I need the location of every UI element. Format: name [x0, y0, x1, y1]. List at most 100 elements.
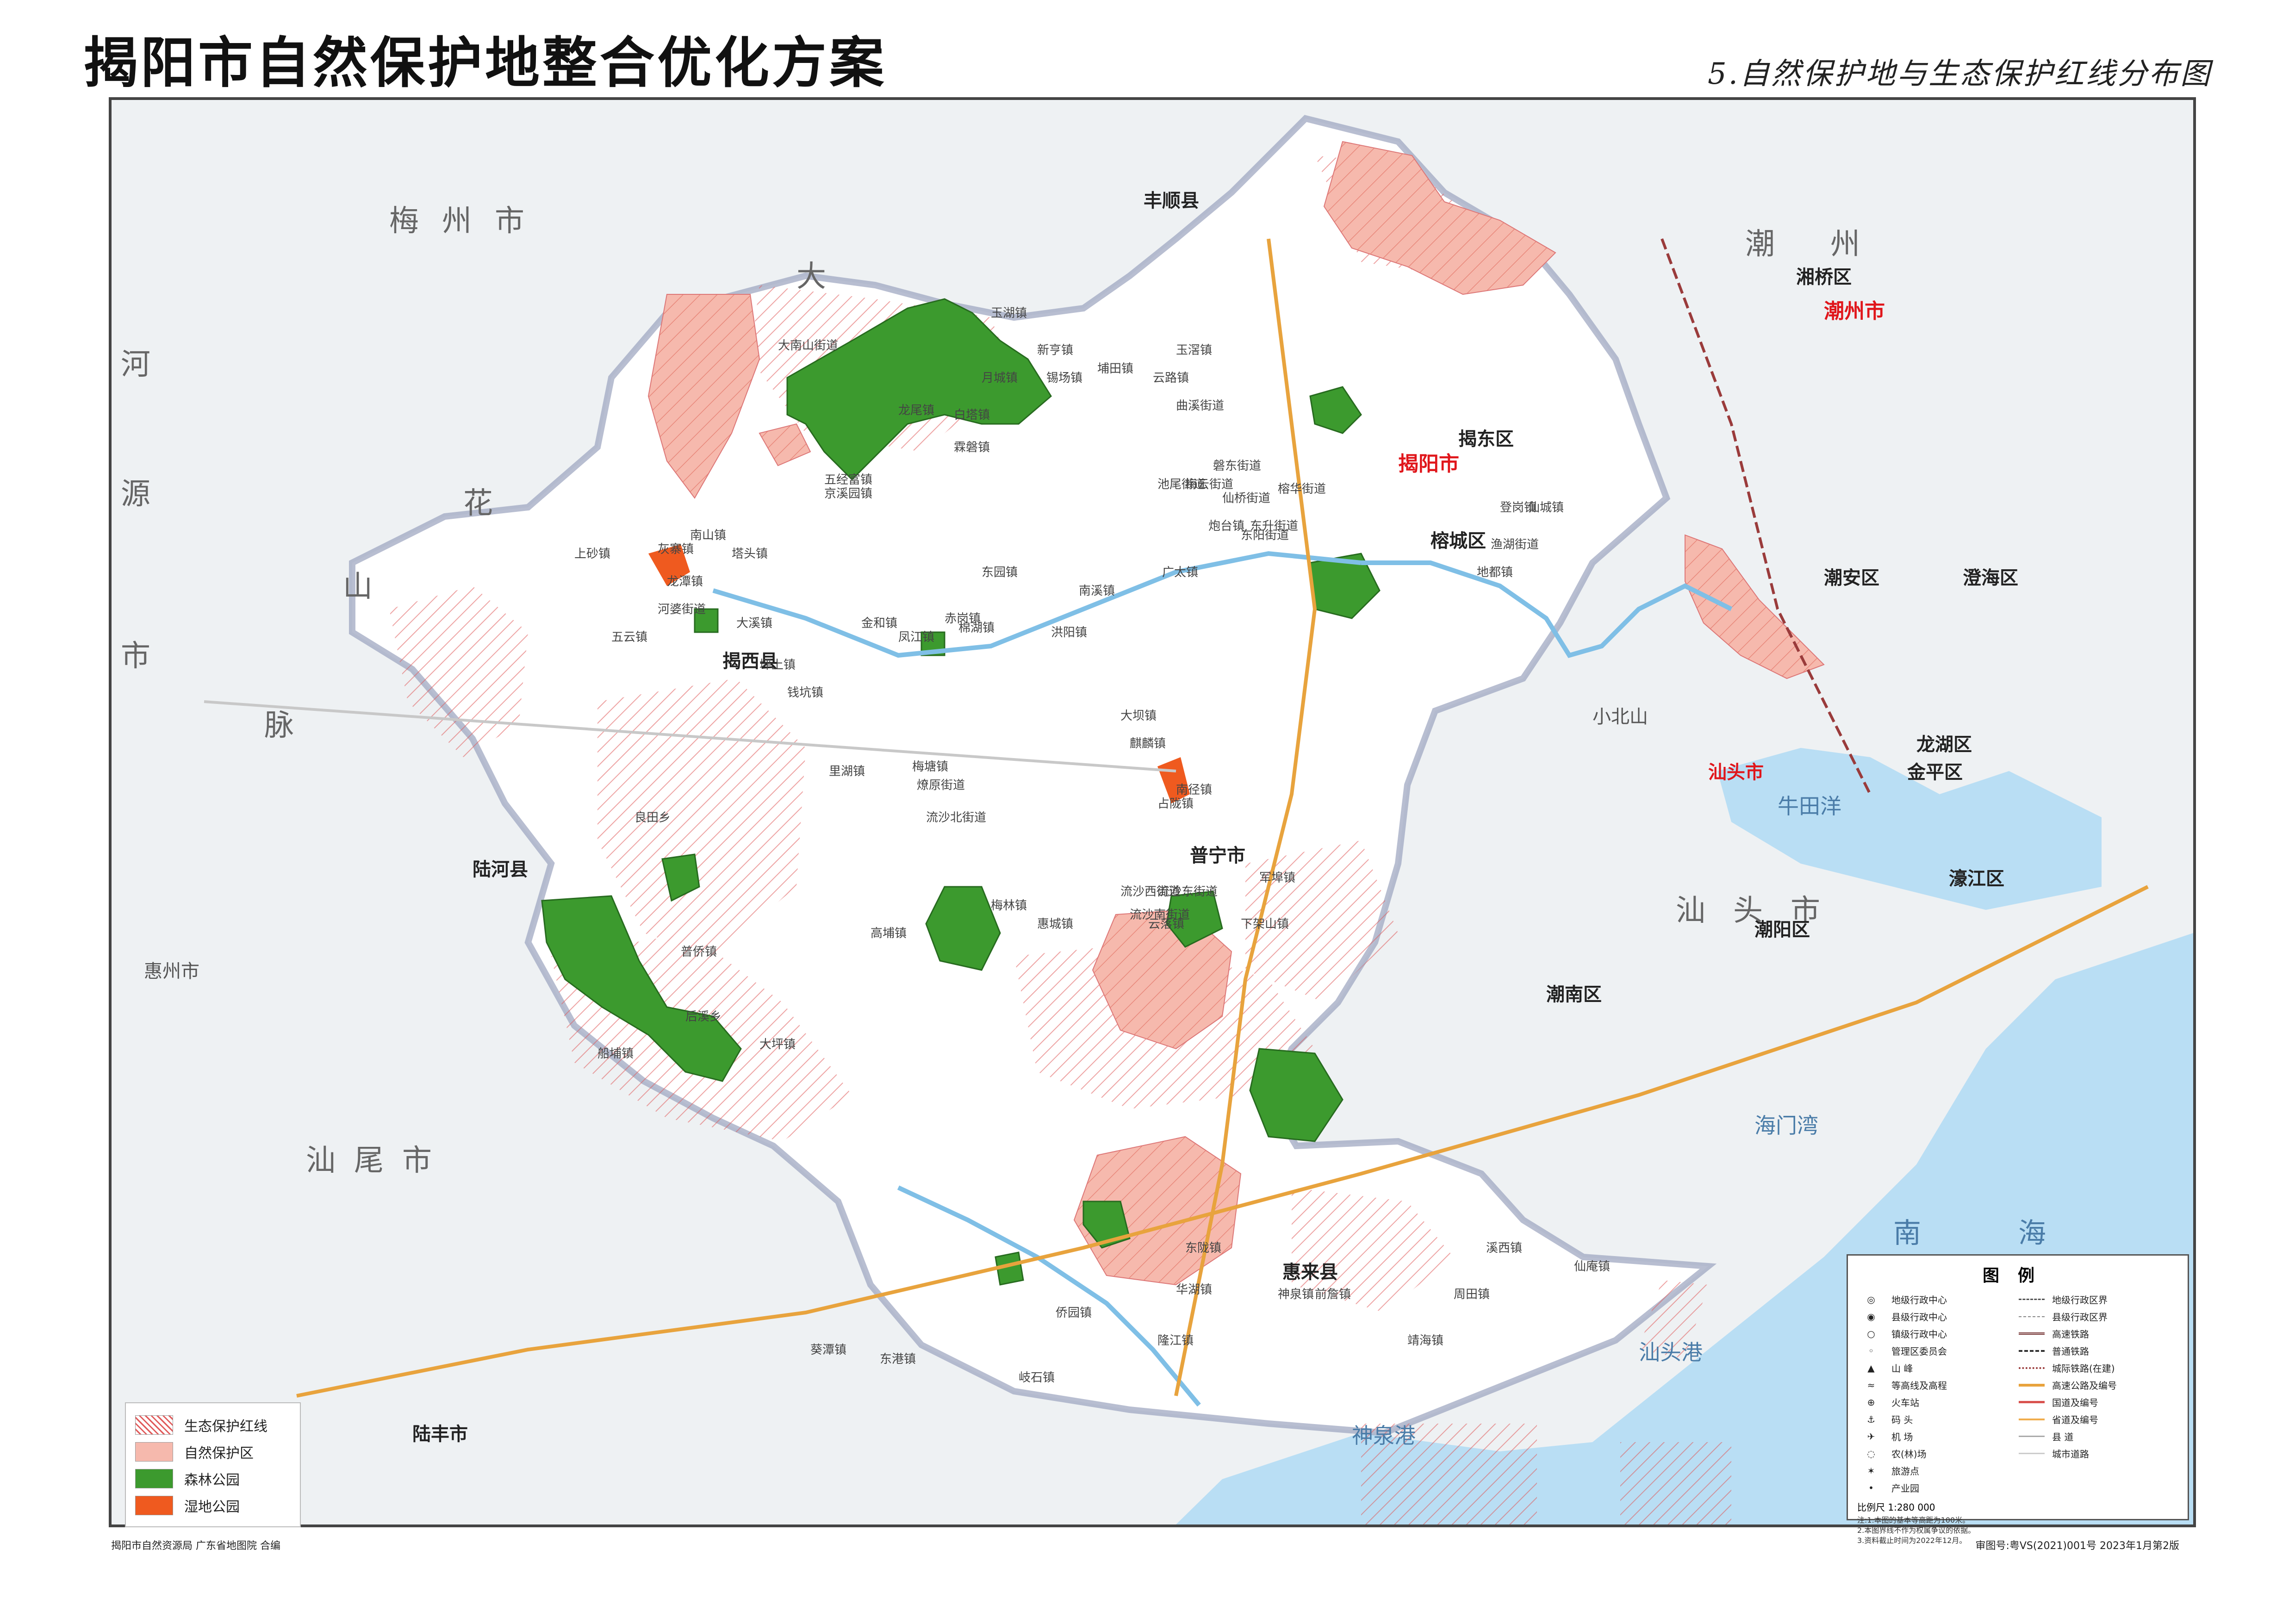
note-line: 2.本图界线不作为权属争议的依据。 — [1857, 1526, 1976, 1535]
town-label: 东园镇 — [982, 566, 1018, 579]
legend-item-label: 省道及编号 — [2052, 1414, 2098, 1425]
redline-swatch — [135, 1415, 173, 1435]
region-label-luhe: 陆河县 — [473, 859, 528, 880]
town-label: 钱坑镇 — [787, 686, 824, 700]
town-label: 霖磐镇 — [954, 441, 990, 454]
legend-item: • 产业园 — [1857, 1479, 2018, 1496]
note-line: 注:1.本图的基本等高距为100米。 — [1857, 1516, 1970, 1524]
intercity-rail-icon — [2018, 1364, 2046, 1372]
town-label: 龙潭镇 — [667, 575, 703, 589]
county-boundary-icon — [2018, 1313, 2046, 1320]
legend-item-label: 国道及编号 — [2052, 1397, 2098, 1408]
airport-icon: ✈ — [1867, 1431, 1875, 1442]
wetland-swatch — [135, 1496, 173, 1515]
port-icon: ⚓ — [1867, 1413, 1875, 1425]
town-center-icon: ○ — [1867, 1328, 1875, 1339]
legend-item: 国道及编号 — [2018, 1394, 2178, 1411]
town-label: 龙尾镇 — [898, 404, 935, 417]
legend-item: 城市道路 — [2018, 1445, 2178, 1462]
region-label-hua: 花 — [463, 486, 493, 521]
legend-label: 生态保护红线 — [184, 1419, 267, 1435]
industrial-park-icon: • — [1868, 1482, 1874, 1493]
city-label-shantou: 汕头市 — [1708, 762, 1764, 783]
legend-item: ◉ 县级行政中心 — [1857, 1308, 2018, 1325]
admin-committee-icon: ◦ — [1868, 1345, 1874, 1356]
town-label: 神泉镇 — [1278, 1288, 1314, 1301]
legend-row-redline: 生态保护红线 — [135, 1412, 291, 1438]
map-subtitle: 5.自然保护地与生态保护红线分布图 — [1707, 57, 2212, 91]
town-label: 普侨镇 — [681, 945, 717, 959]
town-label: 南溪镇 — [1079, 584, 1115, 598]
county-label-jinping: 金平区 — [1907, 762, 1963, 783]
town-label: 渔湖街道 — [1491, 538, 1539, 552]
legend-item-label: 普通铁路 — [2052, 1346, 2089, 1357]
sea-label-nan: 南 — [1893, 1217, 1921, 1250]
town-label: 赤岗镇 — [945, 612, 981, 626]
town-label: 大南山街道 — [778, 339, 839, 353]
region-label-fengshun: 丰顺县 — [1144, 190, 1199, 212]
town-label: 月城镇 — [982, 371, 1018, 385]
county-center-icon: ◉ — [1867, 1311, 1875, 1322]
town-label: 大溪镇 — [736, 616, 773, 630]
legend-item-label: 县级行政区界 — [2052, 1312, 2108, 1323]
legend-item-label: 地级行政区界 — [2052, 1294, 2108, 1306]
county-label-chaonan: 潮南区 — [1546, 984, 1602, 1005]
town-label: 溪西镇 — [1486, 1241, 1523, 1255]
scenic-spot-icon: ✶ — [1867, 1465, 1875, 1476]
city-label-jieyang: 揭阳市 — [1398, 452, 1459, 476]
county-road-icon — [2018, 1433, 2046, 1440]
sea-label-haimenwan: 海门湾 — [1754, 1113, 1818, 1138]
town-label: 五经富镇 — [824, 473, 873, 487]
county-label-xiangqiao: 湘桥区 — [1796, 267, 1852, 288]
legend-item: 县级行政区界 — [2018, 1308, 2178, 1325]
town-label: 东陇镇 — [1185, 1241, 1222, 1255]
legend-item: ◌ 农(林)场 — [1857, 1445, 2018, 1462]
city-label-chaozhou: 潮州市 — [1824, 299, 1885, 323]
town-label: 东阳街道 — [1241, 529, 1289, 542]
map-legend: 图例 ◎ 地级行政中心 ◉ 县级行政中心 ○ 镇级行政中心 ◦ 管理区委员会 ▲ 山 峰 ≈ 等高线及… — [1847, 1254, 2189, 1545]
legend-item: ≈ 等高线及高程 — [1857, 1376, 2018, 1394]
legend-label: 湿地公园 — [184, 1499, 240, 1515]
legend-item: ◎ 地级行政中心 — [1857, 1291, 2018, 1308]
town-label: 流沙西街道 — [1120, 885, 1181, 899]
town-label: 南山镇 — [690, 529, 727, 542]
town-label: 云路镇 — [1153, 371, 1189, 385]
region-label-shan: 山 — [343, 570, 373, 604]
legend-item: 城际铁路(在建) — [2018, 1359, 2178, 1376]
region-label-shanwei: 汕尾市 — [306, 1144, 450, 1178]
town-label: 曲溪街道 — [1176, 399, 1225, 413]
legend-item-label: 等高线及高程 — [1891, 1380, 1947, 1391]
legend-item: 高速铁路 — [2018, 1325, 2178, 1342]
legend-item-label: 火车站 — [1891, 1397, 1919, 1408]
town-label: 广太镇 — [1162, 566, 1199, 579]
town-label: 惠城镇 — [1037, 917, 1074, 931]
legend-row-reserve: 自然保护区 — [135, 1438, 291, 1465]
legend-item-label: 高速铁路 — [2052, 1329, 2089, 1340]
sea-label-shantou-port: 汕头港 — [1639, 1340, 1703, 1365]
forest-swatch — [135, 1469, 173, 1488]
legend-item-label: 城际铁路(在建) — [2052, 1363, 2115, 1374]
town-label: 麒麟镇 — [1130, 737, 1166, 751]
legend-item-label: 县级行政中心 — [1891, 1312, 1947, 1323]
town-label: 下架山镇 — [1241, 917, 1289, 931]
town-label: 梅林镇 — [991, 899, 1027, 913]
legend-title: 图例 — [1982, 1266, 2053, 1285]
jieyang-boundary — [349, 115, 1717, 1437]
town-label: 大坝镇 — [1120, 709, 1157, 723]
county-label-huilai: 惠来县 — [1282, 1262, 1338, 1283]
town-label: 灰寨镇 — [658, 542, 694, 556]
town-label: 地都镇 — [1477, 566, 1513, 579]
legend-item-label: 码 头 — [1891, 1414, 1913, 1425]
legend-item-label: 旅游点 — [1891, 1466, 1919, 1477]
legend-item-label: 产业园 — [1891, 1483, 1919, 1494]
town-label: 华湖镇 — [1176, 1283, 1213, 1297]
town-label: 前詹镇 — [1315, 1288, 1351, 1301]
town-label: 占陇镇 — [1157, 797, 1194, 811]
legend-item: ⚓ 码 头 — [1857, 1411, 2018, 1428]
town-label: 高埔镇 — [871, 927, 907, 940]
town-label: 五云镇 — [611, 630, 648, 644]
region-label-chaozhou-area: 潮州 — [1745, 227, 1916, 261]
legend-item-label: 县 道 — [2052, 1431, 2074, 1443]
region-label-lufeng: 陆丰市 — [412, 1424, 468, 1445]
town-label: 大坪镇 — [759, 1038, 796, 1052]
